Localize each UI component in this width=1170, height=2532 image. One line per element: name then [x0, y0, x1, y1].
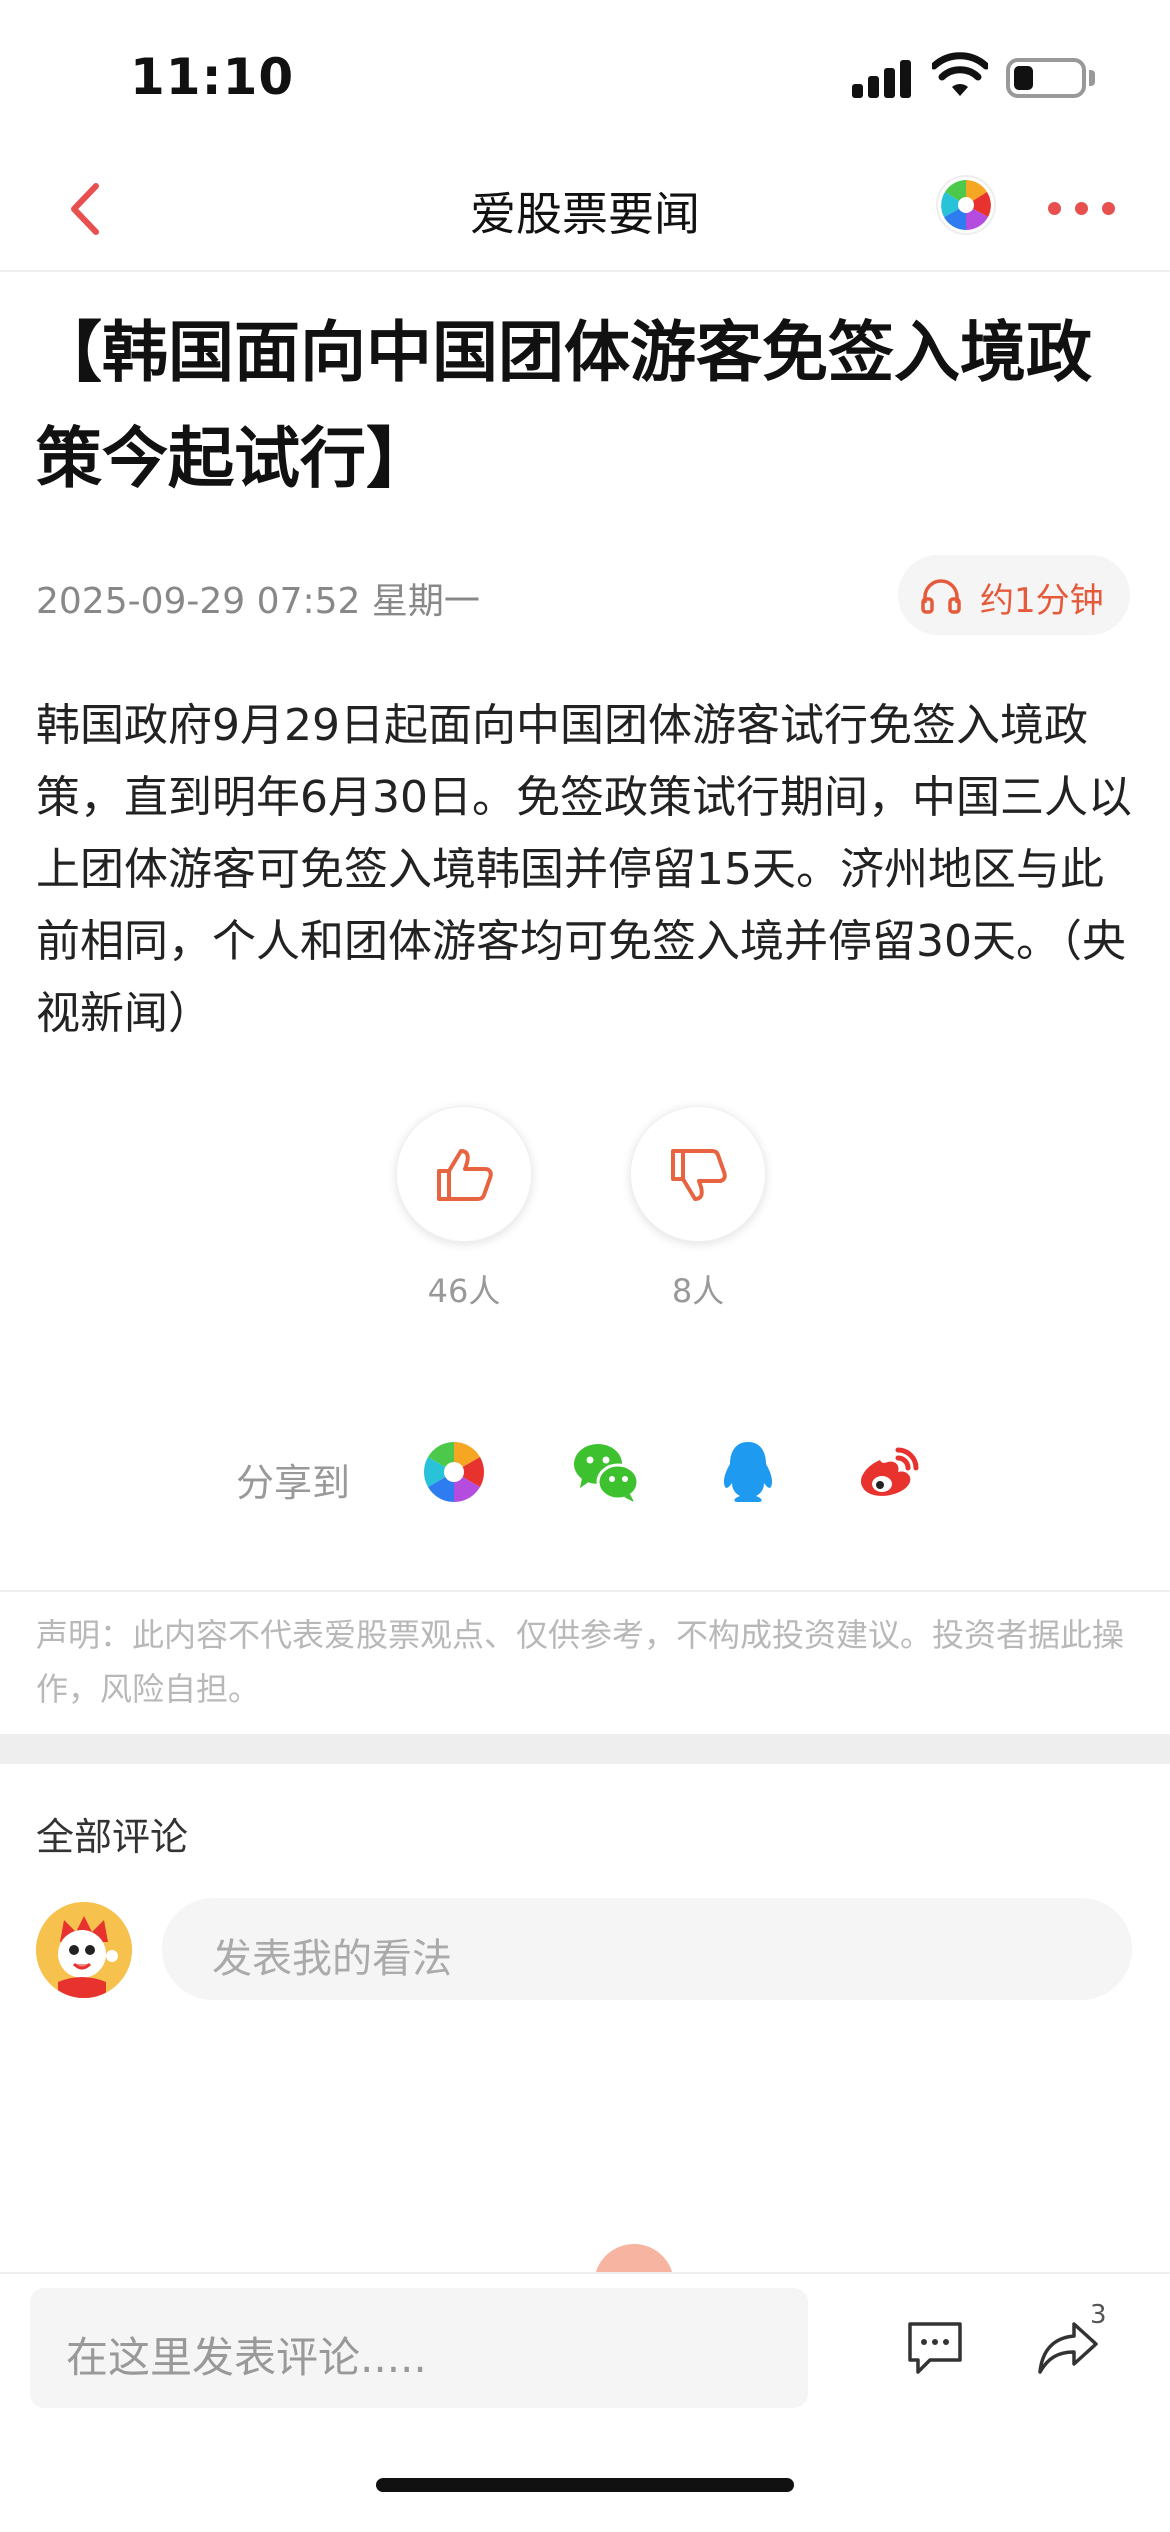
listen-audio-button[interactable]: 约1分钟 [898, 555, 1130, 635]
disclaimer-text: 声明：此内容不代表爱股票观点、仅供参考，不构成投资建议。投资者据此操作，风险自担… [36, 1616, 1125, 1708]
nav-bar: 爱股票要闻 [0, 150, 1170, 272]
article-date: 2025-09-29 07:52 星期一 [36, 581, 480, 622]
status-time: 11:10 [130, 48, 295, 106]
mascot-avatar-icon [36, 1902, 132, 1998]
more-options-icon[interactable] [1046, 190, 1118, 220]
share-count: 3 [1090, 2300, 1107, 2330]
home-indicator [376, 2478, 794, 2492]
qq-icon[interactable] [712, 1436, 784, 1508]
section-separator [0, 1734, 1170, 1764]
battery-icon [1006, 58, 1086, 98]
cellular-signal-icon [852, 58, 912, 98]
divider [0, 1590, 1170, 1592]
thumbs-down-icon [671, 1149, 727, 1201]
status-bar: 11:10 [0, 0, 1170, 150]
share-label: 分享到 [236, 1461, 351, 1505]
weibo-icon[interactable] [852, 1436, 924, 1508]
like-count: 46人 [427, 1272, 501, 1310]
avatar[interactable] [36, 1902, 132, 1998]
dislike-button[interactable] [630, 1106, 766, 1242]
wifi-icon [932, 52, 988, 96]
battery-tip [1089, 70, 1095, 86]
comment-bubble-icon[interactable] [904, 2318, 966, 2378]
share-app-icon[interactable] [418, 1436, 490, 1508]
audio-duration-label: 约1分钟 [980, 581, 1104, 621]
like-button[interactable] [396, 1106, 532, 1242]
bottom-bar: 在这里发表评论..... 3 [0, 2272, 1170, 2532]
headphones-icon [921, 579, 961, 614]
thumbs-up-icon [437, 1149, 493, 1201]
article-body: 韩国政府9月29日起面向中国团体游客试行免签入境政策，直到明年6月30日。免签政… [36, 700, 1132, 1039]
wechat-icon[interactable] [570, 1436, 642, 1508]
comment-input-placeholder: 发表我的看法 [212, 1936, 452, 1982]
article-title: 【韩国面向中国团体游客免签入境政策今起试行】 [36, 314, 1092, 497]
comments-heading: 全部评论 [36, 1815, 189, 1859]
dislike-count: 8人 [671, 1272, 725, 1310]
bottom-comment-placeholder: 在这里发表评论..... [66, 2333, 427, 2382]
bottom-comment-input[interactable]: 在这里发表评论..... [30, 2288, 808, 2408]
comment-input[interactable]: 发表我的看法 [162, 1898, 1132, 2000]
app-logo-icon[interactable] [935, 174, 997, 236]
